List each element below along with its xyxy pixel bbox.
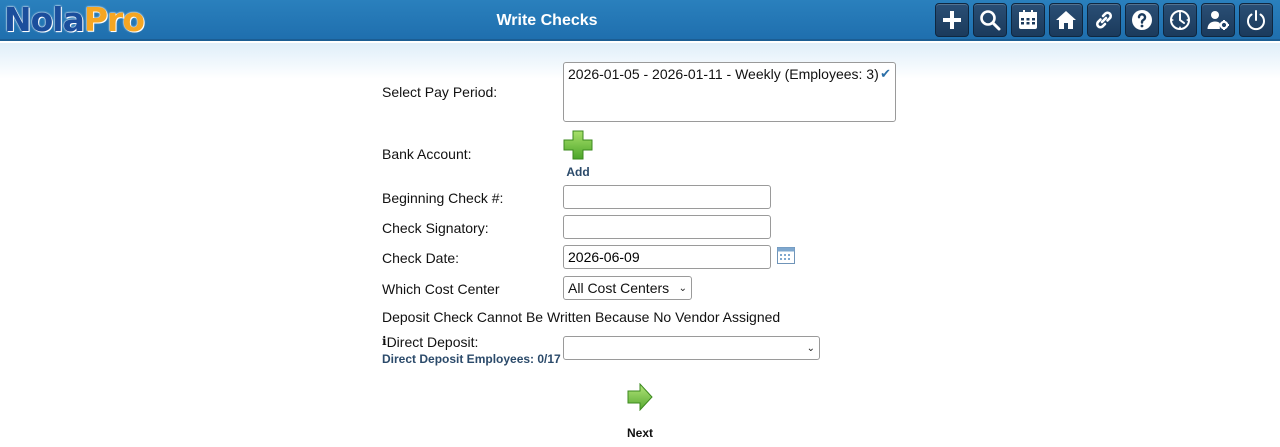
links-button[interactable] [1087, 3, 1121, 37]
beginning-check-label: Beginning Check #: [382, 190, 504, 206]
chevron-down-icon: ⌄ [678, 282, 687, 294]
pay-period-option[interactable]: 2026-01-05 - 2026-01-11 - Weekly (Employ… [568, 65, 891, 83]
green-plus-icon [563, 130, 593, 160]
cost-center-label: Which Cost Center [382, 281, 500, 297]
check-signatory-label: Check Signatory: [382, 220, 489, 236]
logo-text-pro: Pro [83, 0, 145, 39]
pay-period-option-text: 2026-01-05 - 2026-01-11 - Weekly (Employ… [568, 66, 879, 82]
cost-center-selected-text: All Cost Centers [568, 280, 670, 296]
calendar-icon [1019, 10, 1037, 29]
pay-period-listbox[interactable]: 2026-01-05 - 2026-01-11 - Weekly (Employ… [563, 62, 896, 122]
add-new-button[interactable] [935, 3, 969, 37]
next-label: Next [626, 426, 653, 440]
power-icon [1247, 10, 1265, 31]
calendar-button[interactable] [1011, 3, 1045, 37]
user-settings-icon [1207, 11, 1229, 30]
chevron-down-icon: ⌄ [806, 342, 815, 354]
check-signatory-input[interactable] [563, 215, 771, 239]
cost-center-select[interactable]: All Cost Centers ⌄ [563, 276, 692, 300]
plus-icon [943, 11, 961, 29]
direct-deposit-label-row: ℹDirect Deposit: [382, 334, 478, 350]
help-icon [1132, 10, 1152, 30]
help-button[interactable] [1125, 3, 1159, 37]
logo-text-nola: Nola [4, 0, 85, 39]
deposit-notice: Deposit Check Cannot Be Written Because … [382, 309, 781, 325]
add-bank-account-button[interactable]: Add [563, 130, 593, 179]
check-date-label: Check Date: [382, 250, 460, 266]
bank-account-label: Bank Account: [382, 146, 472, 162]
pay-period-label: Select Pay Period: [382, 84, 498, 100]
next-button[interactable]: Next [620, 382, 660, 440]
clock-icon [1170, 10, 1190, 30]
beginning-check-input[interactable] [563, 185, 771, 209]
direct-deposit-label: Direct Deposit: [386, 334, 479, 350]
link-icon [1096, 11, 1112, 29]
add-label: Add [566, 165, 590, 179]
check-icon: ✔ [880, 66, 891, 81]
home-button[interactable] [1049, 3, 1083, 37]
check-date-input[interactable] [563, 245, 771, 269]
direct-deposit-select[interactable]: ⌄ [563, 336, 820, 360]
page-title: Write Checks [496, 12, 598, 29]
search-icon [980, 10, 1001, 31]
search-button[interactable] [973, 3, 1007, 37]
calendar-picker-icon[interactable] [777, 247, 795, 264]
top-bar: NolaPro Write Checks [0, 0, 1280, 41]
direct-deposit-employees: Direct Deposit Employees: 0/17 [382, 352, 561, 366]
next-arrow-icon [627, 382, 653, 412]
nolapro-logo[interactable]: NolaPro [4, 0, 145, 39]
user-settings-button[interactable] [1201, 3, 1235, 37]
time-clock-button[interactable] [1163, 3, 1197, 37]
logout-button[interactable] [1239, 3, 1273, 37]
home-icon [1056, 11, 1076, 29]
